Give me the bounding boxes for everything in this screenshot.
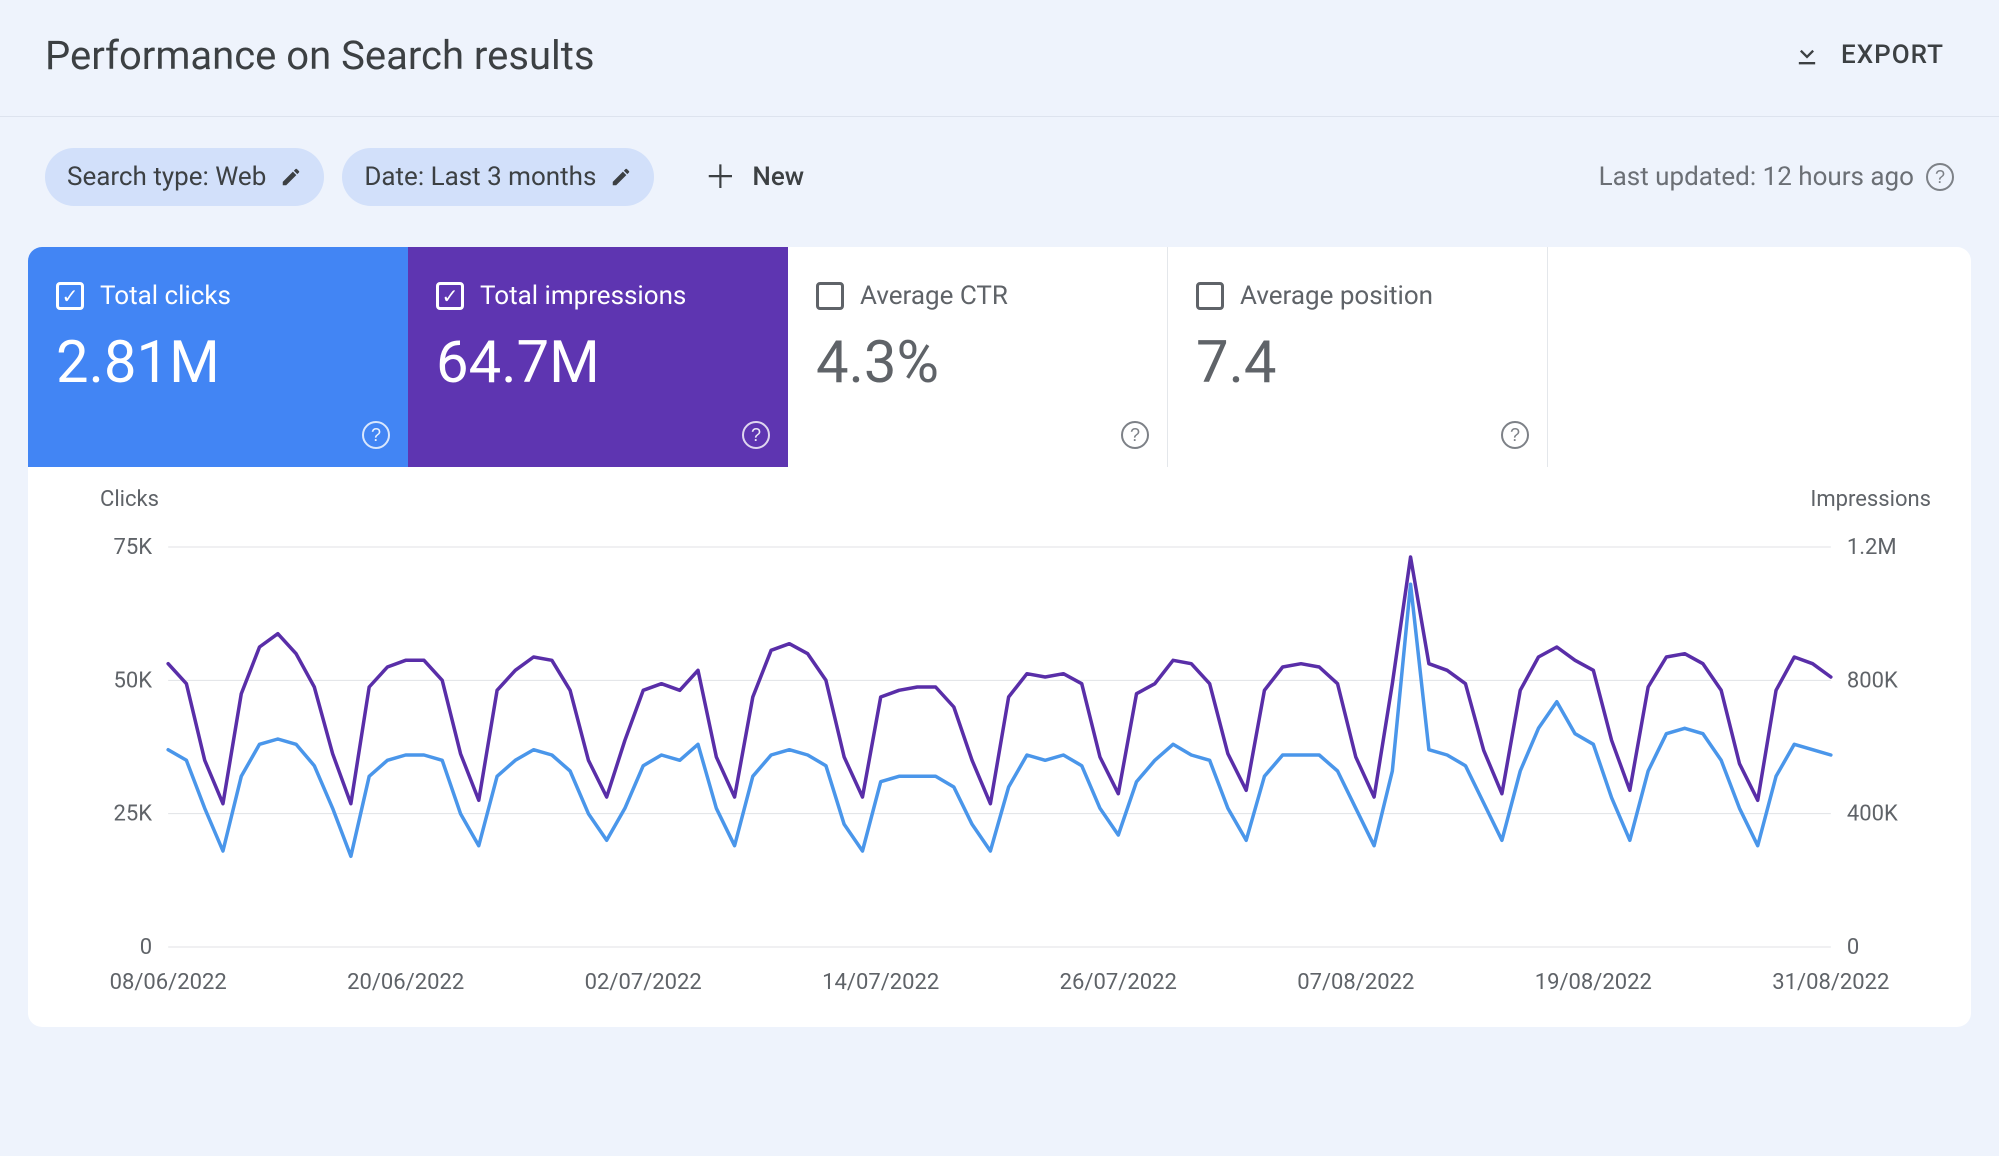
last-updated-text: Last updated: 12 hours ago: [1599, 162, 1914, 192]
performance-card: ✓ Total clicks 2.81M ? ✓ Total impressio…: [28, 247, 1971, 1027]
svg-text:26/07/2022: 26/07/2022: [1060, 970, 1177, 995]
svg-text:07/08/2022: 07/08/2022: [1297, 970, 1414, 995]
svg-text:800K: 800K: [1847, 668, 1898, 693]
metric-tile-clicks[interactable]: ✓ Total clicks 2.81M ?: [28, 247, 408, 467]
svg-text:50K: 50K: [114, 668, 153, 693]
svg-text:400K: 400K: [1847, 802, 1898, 827]
export-button[interactable]: EXPORT: [1783, 30, 1954, 80]
export-label: EXPORT: [1841, 40, 1944, 70]
chart-area: Clicks Impressions 0 0 25K 400K 50K 800K 75K 1.…: [28, 467, 1971, 1027]
checkbox-unchecked-icon: [1196, 282, 1224, 310]
help-icon[interactable]: ?: [1926, 163, 1954, 191]
metric-tile-position[interactable]: Average position 7.4 ?: [1168, 247, 1548, 467]
svg-text:1.2M: 1.2M: [1847, 535, 1897, 560]
plus-icon: ＋: [704, 161, 736, 193]
svg-text:0: 0: [140, 935, 152, 960]
filter-chip-date[interactable]: Date: Last 3 months: [342, 148, 654, 206]
left-axis-title: Clicks: [100, 487, 159, 512]
svg-text:20/06/2022: 20/06/2022: [347, 970, 464, 995]
help-icon[interactable]: ?: [742, 421, 770, 449]
svg-text:75K: 75K: [114, 535, 153, 560]
new-filter-label: New: [752, 162, 804, 192]
metrics-row: ✓ Total clicks 2.81M ? ✓ Total impressio…: [28, 247, 1971, 467]
pencil-icon: [280, 166, 302, 188]
filter-chip-label: Search type: Web: [67, 162, 266, 192]
svg-text:19/08/2022: 19/08/2022: [1535, 970, 1652, 995]
checkbox-checked-icon: ✓: [56, 282, 84, 310]
svg-text:14/07/2022: 14/07/2022: [822, 970, 939, 995]
help-icon[interactable]: ?: [1501, 421, 1529, 449]
filter-chip-search-type[interactable]: Search type: Web: [45, 148, 324, 206]
download-icon: [1793, 41, 1821, 69]
metric-value: 2.81M: [56, 329, 380, 397]
help-icon[interactable]: ?: [362, 421, 390, 449]
pencil-icon: [610, 166, 632, 188]
svg-text:31/08/2022: 31/08/2022: [1772, 970, 1889, 995]
filter-chip-label: Date: Last 3 months: [364, 162, 596, 192]
svg-text:08/06/2022: 08/06/2022: [110, 970, 227, 995]
metric-value: 4.3%: [816, 329, 1139, 397]
metric-label: Average position: [1240, 281, 1433, 311]
svg-text:25K: 25K: [114, 802, 153, 827]
checkbox-checked-icon: ✓: [436, 282, 464, 310]
metric-value: 64.7M: [436, 329, 760, 397]
metric-label: Average CTR: [860, 281, 1008, 311]
svg-text:0: 0: [1847, 935, 1859, 960]
right-axis-title: Impressions: [1810, 487, 1931, 512]
help-icon[interactable]: ?: [1121, 421, 1149, 449]
svg-text:02/07/2022: 02/07/2022: [585, 970, 702, 995]
metric-tile-ctr[interactable]: Average CTR 4.3% ?: [788, 247, 1168, 467]
line-chart[interactable]: 0 0 25K 400K 50K 800K 75K 1.2M 08/06/2022 20/06/2…: [68, 517, 1931, 1007]
metric-tile-impressions[interactable]: ✓ Total impressions 64.7M ?: [408, 247, 788, 467]
metric-value: 7.4: [1196, 329, 1519, 397]
metric-label: Total impressions: [480, 281, 686, 311]
new-filter-button[interactable]: ＋ New: [682, 147, 826, 207]
checkbox-unchecked-icon: [816, 282, 844, 310]
page-title: Performance on Search results: [45, 32, 594, 79]
last-updated: Last updated: 12 hours ago ?: [1599, 162, 1954, 192]
metric-label: Total clicks: [100, 281, 231, 311]
